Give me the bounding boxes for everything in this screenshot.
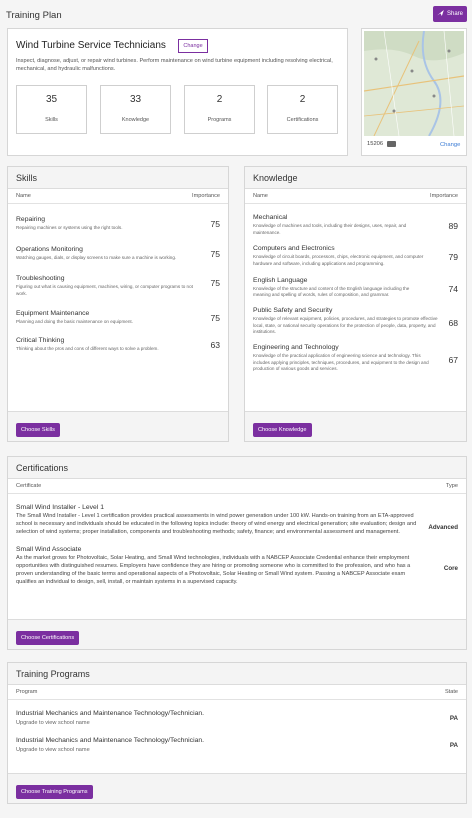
column-importance: Importance xyxy=(430,193,458,199)
skill-row: Critical Thinking Thinking about the pro… xyxy=(16,337,220,352)
map-card: 15206 Change xyxy=(361,28,467,156)
knowledge-panel: Knowledge Name Importance Mechanical Kno… xyxy=(244,166,467,442)
column-name: Name xyxy=(253,193,268,199)
knowledge-row: Computers and Electronics Knowledge of c… xyxy=(253,245,458,266)
occupation-title: Wind Turbine Service Technicians xyxy=(16,40,166,51)
skills-stat[interactable]: 35 Skills xyxy=(16,85,87,134)
column-importance: Importance xyxy=(192,193,220,199)
change-occupation-button[interactable]: Change xyxy=(178,39,208,53)
occupation-description: Inspect, diagnose, adjust, or repair win… xyxy=(16,58,333,73)
knowledge-row: Public Safety and Security Knowledge of … xyxy=(253,306,458,335)
column-type: Type xyxy=(445,483,458,489)
column-name: Name xyxy=(16,193,31,199)
column-program: Program xyxy=(16,689,38,695)
training-programs-panel: Training Programs Program State Industri… xyxy=(7,662,467,804)
location-map[interactable] xyxy=(364,31,464,136)
zip-code: 15206 xyxy=(367,141,384,147)
knowledge-row: Mechanical Knowledge of machines and too… xyxy=(253,214,458,235)
skills-column-header: Name Importance xyxy=(8,189,228,204)
share-icon xyxy=(437,10,444,18)
page-title: Training Plan xyxy=(6,10,62,21)
knowledge-row: Engineering and Technology Knowledge of … xyxy=(253,343,458,372)
knowledge-panel-footer: Choose Knowledge xyxy=(245,411,466,441)
share-button[interactable]: Share xyxy=(433,6,467,22)
programs-column-header: Program State xyxy=(8,685,466,700)
certification-type: Core xyxy=(443,564,458,572)
program-row: Industrial Mechanics and Maintenance Tec… xyxy=(16,737,458,754)
column-certificate: Certificate xyxy=(16,483,42,489)
skill-row: Troubleshooting Figuring out what is cau… xyxy=(16,275,220,296)
certifications-panel-title: Certifications xyxy=(8,457,466,479)
knowledge-column-header: Name Importance xyxy=(245,189,466,204)
column-state: State xyxy=(444,689,458,695)
certifications-column-header: Certificate Type xyxy=(8,479,466,494)
skills-panel-footer: Choose Skills xyxy=(8,411,228,441)
zip-badge-icon xyxy=(387,141,396,147)
choose-knowledge-button[interactable]: Choose Knowledge xyxy=(253,423,312,437)
change-location-link[interactable]: Change xyxy=(440,142,460,148)
skill-row: Equipment Maintenance Planning and doing… xyxy=(16,309,220,324)
program-state: PA xyxy=(449,715,458,722)
choose-skills-button[interactable]: Choose Skills xyxy=(16,423,60,437)
knowledge-row: English Language Knowledge of the struct… xyxy=(253,276,458,298)
programs-stat[interactable]: 2 Programs xyxy=(184,85,255,134)
choose-certifications-button[interactable]: Choose Certifications xyxy=(16,631,80,645)
certification-row: Small Wind Associate As the market grows… xyxy=(16,545,458,585)
skill-row: Repairing Repairing machines or systems … xyxy=(16,216,220,230)
training-programs-panel-title: Training Programs xyxy=(8,663,466,685)
certifications-panel: Certifications Certificate Type Small Wi… xyxy=(7,456,467,650)
certifications-stat[interactable]: 2 Certifications xyxy=(267,85,338,134)
knowledge-panel-title: Knowledge xyxy=(245,167,466,189)
skills-panel-title: Skills xyxy=(8,167,228,189)
share-label: Share xyxy=(446,11,463,17)
skill-row: Operations Monitoring Watching gauges, d… xyxy=(16,245,220,260)
training-programs-panel-footer: Choose Training Programs xyxy=(8,773,466,803)
certification-type: Advanced xyxy=(428,524,458,531)
knowledge-stat[interactable]: 33 Knowledge xyxy=(100,85,171,134)
certifications-panel-footer: Choose Certifications xyxy=(8,619,466,649)
skills-panel: Skills Name Importance Repairing Repairi… xyxy=(7,166,229,442)
choose-training-programs-button[interactable]: Choose Training Programs xyxy=(16,785,93,799)
program-state: PA xyxy=(449,742,458,750)
occupation-card: Wind Turbine Service Technicians Change … xyxy=(7,28,348,156)
program-row: Industrial Mechanics and Maintenance Tec… xyxy=(16,710,458,726)
certification-row: Small Wind Installer - Level 1 The Small… xyxy=(16,504,458,535)
